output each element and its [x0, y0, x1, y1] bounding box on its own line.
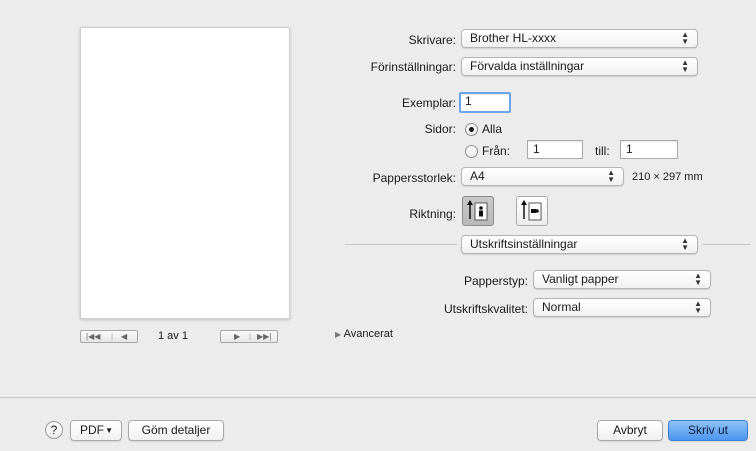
copies-field[interactable]: 1: [459, 92, 511, 113]
pdf-menu-button[interactable]: PDF ▼: [70, 420, 122, 441]
print-quality-label: Utskriftskvalitet:: [443, 302, 528, 316]
pager-next-last-buttons[interactable]: ▶ | ▶▶|: [220, 330, 278, 343]
pages-all-label: Alla: [482, 122, 503, 136]
section-value: Utskriftsinställningar: [470, 237, 578, 251]
pages-to-field[interactable]: 1: [620, 140, 678, 159]
printer-label: Skrivare:: [408, 33, 456, 47]
up-down-chevrons-icon: ▲ ▼: [607, 168, 615, 184]
print-quality-popup[interactable]: Normal ▲ ▼: [533, 298, 711, 317]
paper-type-popup[interactable]: Vanligt papper ▲ ▼: [533, 270, 711, 289]
right-triangle-icon[interactable]: ▶: [335, 330, 341, 339]
hide-details-button[interactable]: Göm detaljer: [128, 420, 224, 441]
portrait-orientation-icon: [467, 200, 488, 221]
orientation-label: Riktning:: [409, 207, 456, 221]
paper-size-label: Pappersstorlek:: [372, 171, 456, 185]
up-down-chevrons-icon: ▲ ▼: [694, 299, 702, 315]
presets-value: Förvalda inställningar: [470, 59, 585, 73]
paper-dimensions: 210 × 297 mm: [632, 171, 703, 183]
section-popup[interactable]: Utskriftsinställningar ▲ ▼: [461, 235, 698, 254]
advanced-label: Avancerat: [343, 328, 393, 340]
up-down-chevrons-icon: ▲ ▼: [681, 58, 689, 74]
previous-page-icon[interactable]: ◀: [121, 331, 127, 342]
up-down-chevrons-icon: ▲ ▼: [681, 30, 689, 46]
page-counter: 1 av 1: [158, 330, 188, 342]
section-divider-left: [345, 244, 457, 245]
pager-first-prev-buttons[interactable]: |◀◀ | ◀: [80, 330, 138, 343]
orientation-landscape-button[interactable]: [516, 196, 548, 226]
presets-popup[interactable]: Förvalda inställningar ▲ ▼: [461, 57, 698, 76]
landscape-orientation-icon: [521, 200, 542, 221]
up-down-chevrons-icon: ▲ ▼: [694, 271, 702, 287]
down-triangle-icon: ▼: [105, 426, 113, 435]
last-page-icon[interactable]: ▶▶|: [257, 331, 271, 342]
up-down-chevrons-icon: ▲ ▼: [681, 236, 689, 252]
printer-popup[interactable]: Brother HL-xxxx ▲ ▼: [461, 29, 698, 48]
print-preview-page: [80, 27, 290, 319]
print-quality-value: Normal: [542, 300, 581, 314]
paper-type-label: Papperstyp:: [463, 274, 528, 288]
cancel-button[interactable]: Avbryt: [597, 420, 663, 441]
orientation-portrait-button[interactable]: [462, 196, 494, 226]
pages-from-label: Från:: [482, 144, 511, 158]
paper-type-value: Vanligt papper: [542, 272, 619, 286]
paper-size-value: A4: [470, 169, 485, 183]
section-divider-right: [702, 244, 750, 245]
pdf-label: PDF: [80, 423, 104, 437]
pages-to-label: till:: [595, 144, 610, 158]
presets-label: Förinställningar:: [370, 60, 456, 74]
footer-divider: [0, 397, 756, 398]
printer-value: Brother HL-xxxx: [470, 31, 557, 45]
next-page-icon[interactable]: ▶: [234, 331, 240, 342]
copies-label: Exemplar:: [401, 96, 456, 110]
print-button[interactable]: Skriv ut: [668, 420, 748, 441]
help-button[interactable]: ?: [45, 421, 63, 439]
advanced-disclosure[interactable]: ▶ Avancerat: [335, 328, 393, 340]
pages-from-field[interactable]: 1: [527, 140, 583, 159]
pages-all-radio[interactable]: [465, 123, 478, 136]
paper-size-popup[interactable]: A4 ▲ ▼: [461, 167, 624, 186]
pages-label: Sidor:: [424, 122, 456, 136]
first-page-icon[interactable]: |◀◀: [86, 331, 100, 342]
pages-range-radio[interactable]: [465, 145, 478, 158]
